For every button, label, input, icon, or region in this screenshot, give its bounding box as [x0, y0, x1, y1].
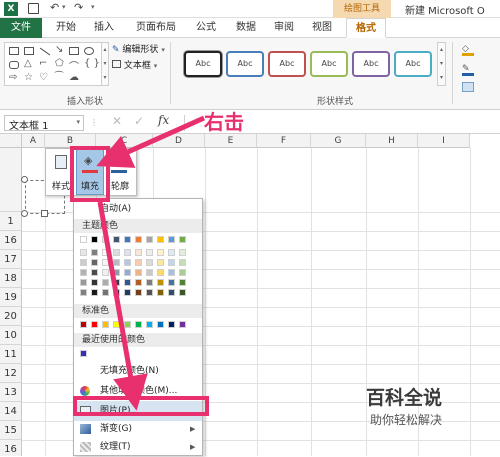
watermark: 百科全说 助你轻松解决 — [360, 383, 460, 433]
watermark-sub: 助你轻松解决 — [370, 413, 443, 427]
watermark-main: 百科全说 — [366, 387, 443, 409]
arrow-to-picture-item — [97, 201, 148, 411]
arrow-to-fill-button — [96, 115, 206, 168]
